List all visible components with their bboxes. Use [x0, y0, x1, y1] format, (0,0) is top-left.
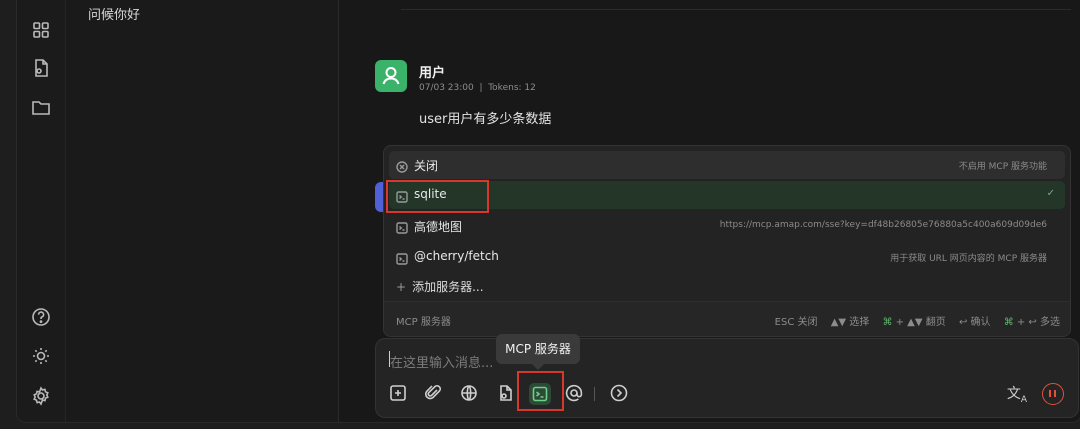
mcp-option-off[interactable]: 关闭 不启用 MCP 服务功能: [389, 151, 1065, 179]
mcp-option-sqlite[interactable]: sqlite ✓: [389, 181, 1065, 209]
keyboard-hints: ESC 关闭 ▲▼ 选择 ⌘ + ▲▼ 翻页 ↩ 确认 ⌘ + ↩ 多选: [765, 313, 1060, 328]
option-label: @cherry/fetch: [414, 249, 499, 263]
terminal-icon: [396, 250, 408, 265]
hint-multi: + ↩ 多选: [1016, 317, 1060, 328]
add-server-label: 添加服务器...: [412, 280, 484, 294]
mcp-option-fetch[interactable]: @cherry/fetch 用于获取 URL 网页内容的 MCP 服务器: [389, 243, 1065, 271]
app-window: 问候你好 用户 07/03 23:00 | Tokens: 12 user用户有…: [16, 0, 1080, 423]
topic-item[interactable]: 问候你好: [88, 4, 140, 23]
attachment-icon[interactable]: [423, 383, 445, 405]
option-label: 关闭: [414, 159, 439, 173]
toolbar-divider: [594, 387, 595, 401]
popup-footer: MCP 服务器 ESC 关闭 ▲▼ 选择 ⌘ + ▲▼ 翻页 ↩ 确认 ⌘ + …: [384, 301, 1070, 336]
message-text: user用户有多少条数据: [419, 112, 552, 127]
knowledge-file-icon[interactable]: [495, 383, 517, 405]
footer-title: MCP 服务器: [396, 317, 451, 328]
folder-icon[interactable]: [30, 96, 52, 118]
terminal-icon: [396, 219, 408, 234]
highlight-box: [517, 371, 564, 411]
help-icon[interactable]: [30, 306, 52, 328]
apps-icon[interactable]: [30, 19, 52, 41]
option-desc: 不启用 MCP 服务功能: [958, 162, 1047, 172]
mention-icon[interactable]: [564, 383, 586, 405]
check-icon: ✓: [1046, 188, 1055, 199]
hint-confirm: ↩ 确认: [958, 317, 991, 328]
message-input-box: 在这里输入消息... 文A: [375, 338, 1079, 418]
highlight-box: [386, 180, 489, 213]
hint-esc: ESC 关闭: [774, 317, 818, 328]
option-desc: https://mcp.amap.com/sse?key=df48b26805e…: [719, 220, 1047, 230]
message-author: 用户: [419, 66, 446, 81]
cmd-key-icon: ⌘: [1003, 317, 1014, 328]
icon-rail: [17, 0, 66, 422]
plus-icon: +: [396, 280, 407, 294]
option-desc: 用于获取 URL 网页内容的 MCP 服务器: [890, 254, 1047, 264]
expand-arrow-icon[interactable]: [609, 383, 631, 405]
hint-page: + ▲▼ 翻页: [895, 317, 946, 328]
add-server-button[interactable]: + 添加服务器...: [396, 278, 484, 295]
chat-area: 用户 07/03 23:00 | Tokens: 12 user用户有多少条数据…: [339, 0, 1080, 422]
message-input[interactable]: 在这里输入消息...: [390, 352, 493, 371]
pause-icon[interactable]: [1042, 383, 1064, 405]
settings-icon[interactable]: [30, 385, 52, 407]
option-label: 高德地图: [414, 220, 463, 234]
hint-select: ▲▼ 选择: [830, 317, 870, 328]
mcp-server-popup: 关闭 不启用 MCP 服务功能 sqlite ✓ 高德地图 https://mc…: [383, 145, 1071, 337]
file-icon[interactable]: [30, 57, 52, 79]
translate-icon[interactable]: 文A: [1006, 383, 1028, 405]
message-meta: 07/03 23:00 | Tokens: 12: [419, 83, 536, 93]
user-avatar: [375, 60, 407, 92]
theme-icon[interactable]: [30, 345, 52, 367]
topic-list: 问候你好: [66, 0, 339, 422]
new-topic-icon[interactable]: [388, 383, 410, 405]
mcp-tooltip: MCP 服务器: [496, 334, 580, 370]
web-search-icon[interactable]: [459, 383, 481, 405]
mcp-option-amap[interactable]: 高德地图 https://mcp.amap.com/sse?key=df48b2…: [389, 212, 1065, 240]
close-circle-icon: [396, 158, 408, 173]
input-toolbar: 文A: [376, 381, 1078, 407]
cmd-key-icon: ⌘: [882, 317, 893, 328]
message-divider: [401, 9, 1071, 10]
